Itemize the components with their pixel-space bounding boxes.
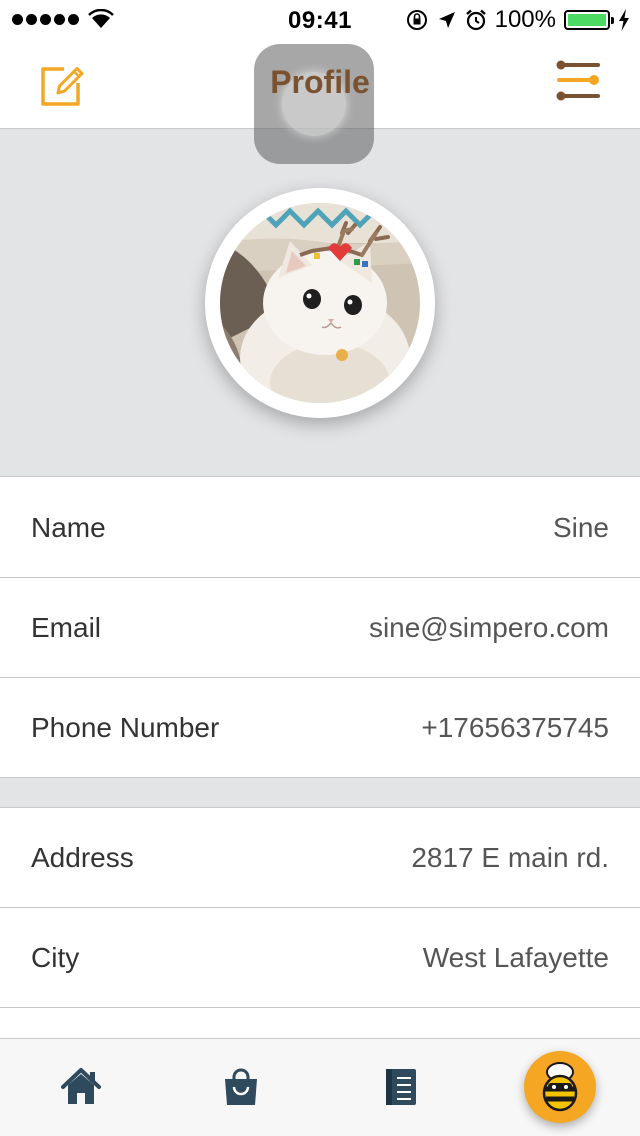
charging-bolt-icon bbox=[619, 9, 629, 31]
battery-percent: 100% bbox=[494, 6, 556, 33]
alarm-clock-icon bbox=[465, 9, 486, 31]
email-label: Email bbox=[31, 611, 102, 643]
location-arrow-icon bbox=[438, 12, 455, 28]
name-value: Sine bbox=[552, 511, 609, 543]
section-divider bbox=[0, 778, 640, 808]
battery-fill bbox=[568, 14, 606, 26]
info-row-address[interactable]: Address 2817 E main rd. bbox=[0, 808, 640, 908]
info-row-name[interactable]: Name Sine bbox=[0, 478, 640, 578]
page-title: Profile bbox=[270, 64, 370, 100]
status-bar: 09:41 100% bbox=[0, 0, 640, 40]
bee-icon bbox=[542, 1062, 578, 1112]
home-icon[interactable] bbox=[59, 1065, 103, 1109]
avatar[interactable] bbox=[220, 203, 420, 403]
phone-value: +17656375745 bbox=[421, 711, 609, 743]
address-label: Address bbox=[31, 841, 134, 873]
battery-icon bbox=[564, 10, 614, 30]
info-row-partial bbox=[0, 1008, 640, 1038]
touch-indicator bbox=[254, 44, 374, 164]
navigation-bar: Profile bbox=[0, 40, 640, 164]
name-label: Name bbox=[31, 511, 106, 543]
info-row-phone[interactable]: Phone Number +17656375745 bbox=[0, 678, 640, 778]
notebook-icon[interactable] bbox=[378, 1065, 422, 1109]
shopping-bag-icon[interactable] bbox=[219, 1065, 263, 1109]
info-row-city[interactable]: City West Lafayette bbox=[0, 908, 640, 1008]
email-value: sine@simpero.com bbox=[368, 611, 609, 643]
profile-header bbox=[0, 129, 640, 477]
avatar-frame bbox=[205, 188, 435, 418]
city-value: West Lafayette bbox=[422, 941, 609, 973]
tab-bar bbox=[0, 1038, 640, 1136]
rotation-lock-icon bbox=[406, 10, 427, 30]
city-label: City bbox=[31, 941, 80, 973]
tab-bee[interactable] bbox=[524, 1051, 596, 1123]
address-value: 2817 E main rd. bbox=[411, 841, 609, 873]
phone-label: Phone Number bbox=[31, 711, 220, 743]
info-row-email[interactable]: Email sine@simpero.com bbox=[0, 578, 640, 678]
